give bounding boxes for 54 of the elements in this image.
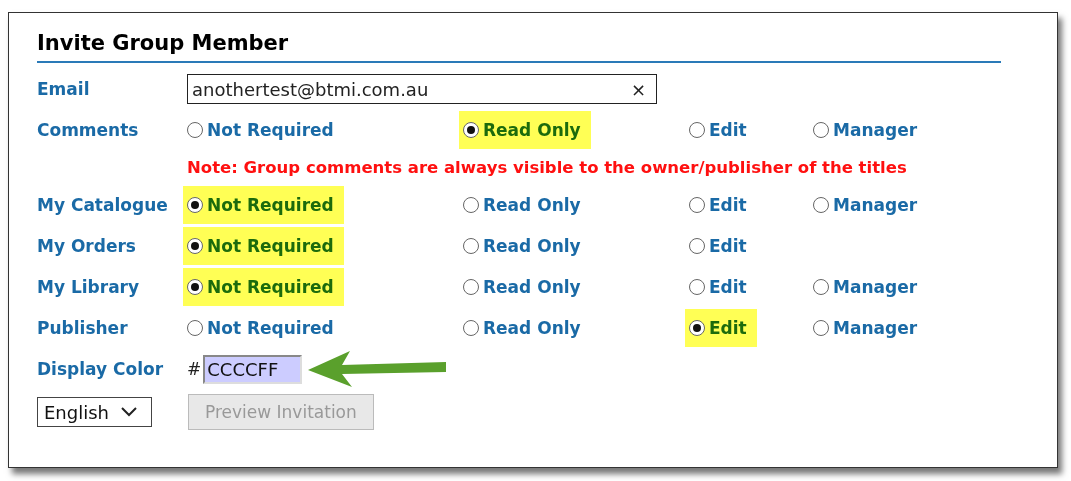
radio-option[interactable]: Manager <box>809 110 928 149</box>
form-title: Invite Group Member <box>37 31 289 55</box>
hash-text: # <box>187 359 202 379</box>
radio-icon[interactable] <box>187 121 203 138</box>
radio-icon[interactable] <box>813 278 829 295</box>
radio-option[interactable]: Not Required <box>183 110 344 149</box>
radio-option[interactable]: Not Required <box>183 226 344 265</box>
radio-icon[interactable] <box>813 121 829 138</box>
field-label: My Catalogue <box>37 194 168 215</box>
radio-option[interactable]: Read Only <box>459 110 591 149</box>
language-select[interactable]: English <box>37 397 152 427</box>
field-label: Email <box>37 79 90 99</box>
radio-icon[interactable] <box>463 237 479 254</box>
radio-option[interactable]: Not Required <box>183 267 344 306</box>
field-label: My Orders <box>37 235 136 256</box>
color-field[interactable]: CCCCFF <box>203 354 303 384</box>
radio-option[interactable]: Read Only <box>459 226 591 265</box>
field-label: Publisher <box>37 317 128 338</box>
radio-option[interactable]: Manager <box>809 185 928 224</box>
radio-option[interactable]: Edit <box>685 226 757 265</box>
radio-option[interactable]: Edit <box>685 308 757 347</box>
radio-option[interactable]: Read Only <box>459 185 591 224</box>
arrow-icon <box>308 351 447 387</box>
radio-icon[interactable] <box>463 278 479 295</box>
radio-icon[interactable] <box>813 319 829 336</box>
email-field[interactable]: anothertest@btmi.com.au × <box>187 74 657 104</box>
clear-icon[interactable]: × <box>630 78 646 100</box>
radio-option[interactable]: Not Required <box>183 185 344 224</box>
field-label: Display Color <box>37 359 164 379</box>
radio-icon[interactable] <box>689 121 705 138</box>
radio-option[interactable]: Edit <box>685 185 757 224</box>
radio-icon[interactable] <box>187 196 203 213</box>
radio-option[interactable]: Manager <box>809 308 928 347</box>
radio-icon[interactable] <box>463 196 479 213</box>
radio-icon[interactable] <box>463 121 479 138</box>
field-label: My Library <box>37 276 140 297</box>
radio-icon[interactable] <box>463 319 479 336</box>
radio-option[interactable]: Manager <box>809 267 928 306</box>
radio-option[interactable]: Edit <box>685 110 757 149</box>
radio-option[interactable]: Edit <box>685 267 757 306</box>
field-label: Comments <box>37 119 139 140</box>
note-text: Note: Group comments are always visible to the owner/publisher of the titles <box>187 157 908 177</box>
radio-icon[interactable] <box>187 319 203 336</box>
radio-option[interactable]: Read Only <box>459 267 591 306</box>
chevron-icon <box>121 407 137 417</box>
radio-icon[interactable] <box>689 278 705 295</box>
radio-icon[interactable] <box>187 278 203 295</box>
radio-icon[interactable] <box>689 237 705 254</box>
radio-option[interactable]: Not Required <box>183 308 344 347</box>
radio-icon[interactable] <box>187 237 203 254</box>
radio-icon[interactable] <box>689 319 705 336</box>
radio-option[interactable]: Read Only <box>459 308 591 347</box>
radio-icon[interactable] <box>813 196 829 213</box>
radio-icon[interactable] <box>689 196 705 213</box>
